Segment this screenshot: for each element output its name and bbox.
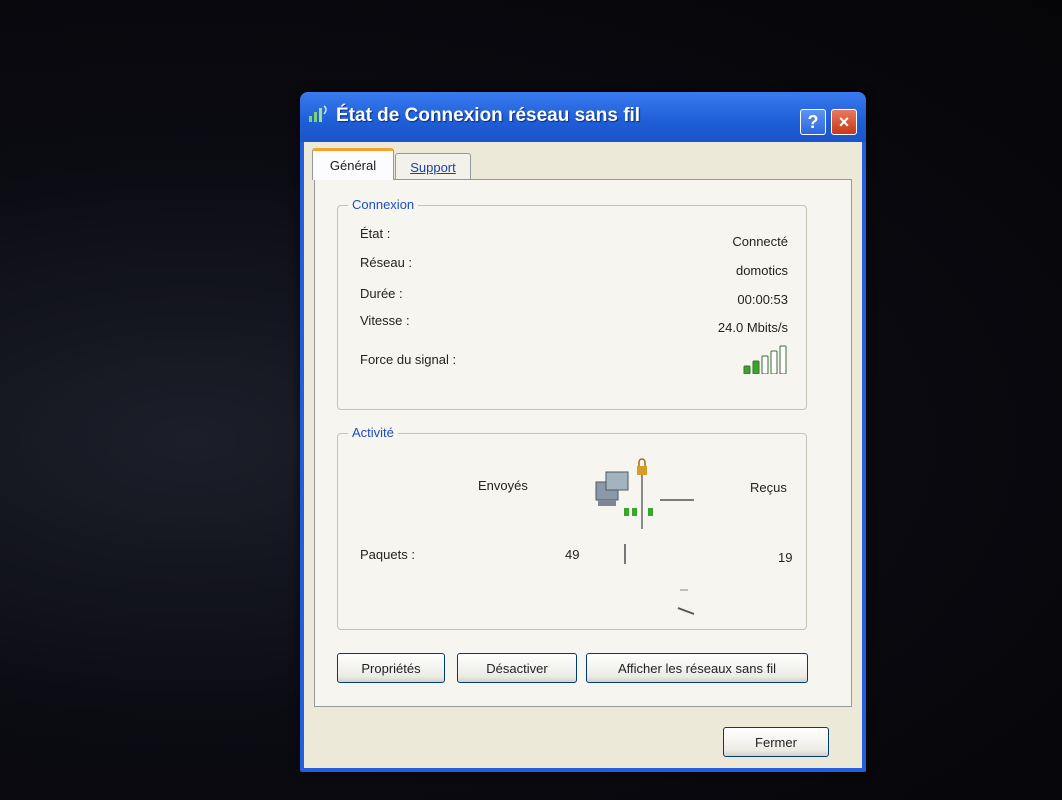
disable-button[interactable]: Désactiver [457,653,577,683]
help-icon: ? [807,111,819,132]
speed-value: 24.0 Mbits/s [717,320,788,335]
title-bar[interactable]: État de Connexion réseau sans fil ? × [300,92,866,142]
help-button[interactable]: ? [800,109,826,135]
connexion-group: Connexion État : Connecté Réseau : domot… [337,197,807,410]
tab-support-label: Support [410,160,456,175]
dialog-body: Support Général Connexion État : Connect… [304,142,862,768]
network-label: Réseau : [360,255,413,270]
tab-general-label: Général [329,158,377,173]
tab-support[interactable]: Support [395,153,471,181]
signal-bar [761,355,769,374]
sent-label: Envoyés [478,478,528,493]
close-window-button[interactable]: × [831,109,857,135]
activity-group: Activité Envoyés Reçus Paquets : 49 19 [337,425,807,630]
received-label: Reçus [750,480,787,495]
view-wireless-networks-button[interactable]: Afficher les réseaux sans fil [586,653,808,683]
network-activity-icon [595,458,694,529]
properties-button[interactable]: Propriétés [337,653,445,683]
tab-panel-general: Connexion État : Connecté Réseau : domot… [314,179,852,707]
packets-sent-value: 49 [565,547,580,562]
window-title: État de Connexion réseau sans fil [336,105,641,126]
packets-label: Paquets : [360,547,415,562]
activity-animation-icon [677,589,695,615]
duration-label: Durée : [360,286,403,301]
close-icon: × [838,111,850,132]
wireless-network-icon [309,105,327,122]
network-value: domotics [735,263,788,278]
signal-strength-label: Force du signal : [360,352,457,367]
signal-bar [743,365,751,374]
connexion-legend: Connexion [348,197,419,212]
tab-general[interactable]: Général [312,148,394,180]
signal-strength-icon [743,345,787,374]
status-value: Connecté [732,234,788,249]
connection-status-dialog: État de Connexion réseau sans fil ? × Su… [300,92,866,772]
packets-divider [624,544,626,564]
signal-bar [779,345,787,374]
speed-label: Vitesse : [360,313,410,328]
signal-bar [770,350,778,374]
signal-bar [752,360,760,374]
duration-value: 00:00:53 [737,292,788,307]
close-button[interactable]: Fermer [723,727,829,757]
activity-legend: Activité [348,425,398,440]
packets-received-value: 19 [778,550,793,565]
status-label: État : [360,226,391,241]
